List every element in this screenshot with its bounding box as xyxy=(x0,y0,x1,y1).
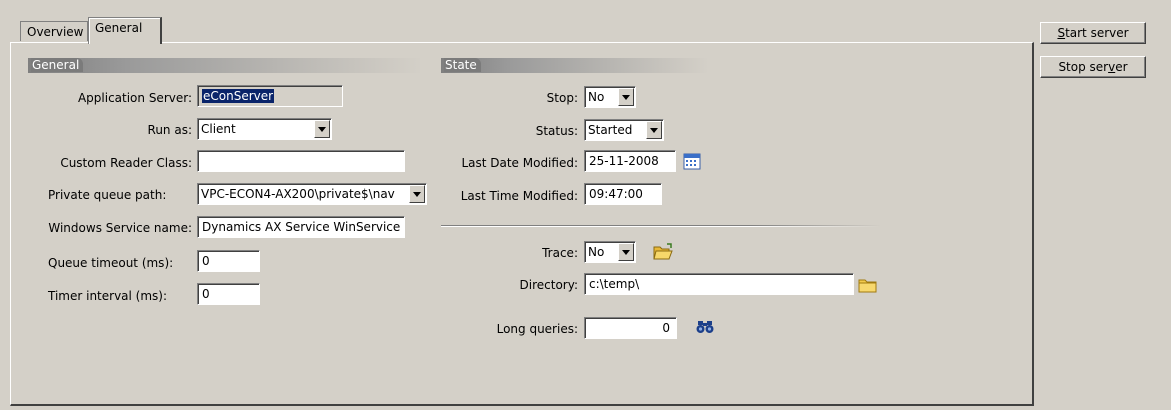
long-queries-label: Long queries: xyxy=(496,322,578,336)
tab-overview[interactable]: Overview xyxy=(20,21,88,41)
last-time-modified-input[interactable]: 09:47:00 xyxy=(584,183,662,205)
run-as-select[interactable]: Client xyxy=(197,118,332,140)
start-server-label: tart server xyxy=(1065,26,1129,40)
last-time-modified-label: Last Time Modified: xyxy=(460,189,578,203)
application-server-field[interactable]: eConServer xyxy=(197,85,343,107)
windows-service-name-label: Windows Service name: xyxy=(48,221,192,235)
state-group-header: State xyxy=(441,58,709,73)
general-group-header: General xyxy=(28,58,423,73)
status-select[interactable]: Started xyxy=(584,119,664,141)
custom-reader-class-input[interactable] xyxy=(197,150,405,172)
general-group-title: General xyxy=(31,58,84,72)
stop-select[interactable]: No xyxy=(584,86,636,108)
tab-general[interactable]: General xyxy=(88,17,162,44)
application-server-label: Application Server: xyxy=(77,91,192,105)
chevron-down-icon[interactable] xyxy=(314,120,330,138)
directory-label: Directory: xyxy=(519,278,578,292)
chevron-down-icon[interactable] xyxy=(618,88,634,106)
state-group-title: State xyxy=(444,58,481,72)
stop-label: Stop: xyxy=(546,91,578,105)
state-divider xyxy=(441,225,881,227)
custom-reader-class-label: Custom Reader Class: xyxy=(60,156,192,170)
status-value: Started xyxy=(588,123,633,137)
windows-service-name-input[interactable]: Dynamics AX Service WinService xyxy=(197,216,405,238)
open-folder-icon[interactable] xyxy=(653,243,673,264)
queue-timeout-input[interactable]: 0 xyxy=(197,250,260,272)
trace-label: Trace: xyxy=(542,246,578,260)
private-queue-path-value: VPC-ECON4-AX200\private$\nav xyxy=(201,187,395,201)
status-label: Status: xyxy=(535,124,578,138)
binoculars-icon[interactable] xyxy=(696,319,714,338)
stop-server-label-start: Stop ser xyxy=(1058,60,1109,74)
timer-interval-label: Timer interval (ms): xyxy=(48,289,168,303)
last-date-modified-input[interactable]: 25-11-2008 xyxy=(584,150,676,172)
directory-input[interactable]: c:\temp\ xyxy=(584,273,854,295)
private-queue-path-select[interactable]: VPC-ECON4-AX200\private$\nav xyxy=(197,183,427,205)
stop-server-button[interactable]: Stop server xyxy=(1040,56,1146,78)
application-server-value: eConServer xyxy=(202,89,275,103)
stop-value: No xyxy=(588,90,605,104)
folder-icon[interactable] xyxy=(858,277,878,296)
chevron-down-icon[interactable] xyxy=(618,243,634,261)
stop-server-label-end: er xyxy=(1115,60,1128,74)
queue-timeout-label: Queue timeout (ms): xyxy=(48,256,174,270)
start-server-button[interactable]: Start server xyxy=(1040,22,1146,44)
calendar-icon[interactable] xyxy=(683,152,701,173)
long-queries-input[interactable]: 0 xyxy=(584,317,677,339)
tab-overview-label: Overview xyxy=(27,25,84,39)
run-as-label: Run as: xyxy=(147,123,192,137)
start-server-accelerator: S xyxy=(1057,26,1066,40)
trace-value: No xyxy=(588,245,605,259)
chevron-down-icon[interactable] xyxy=(409,185,425,203)
run-as-value: Client xyxy=(201,122,236,136)
trace-select[interactable]: No xyxy=(584,241,636,263)
timer-interval-input[interactable]: 0 xyxy=(197,283,260,305)
last-date-modified-label: Last Date Modified: xyxy=(461,156,578,170)
tab-general-label: General xyxy=(95,21,143,35)
private-queue-path-label: Private queue path: xyxy=(48,188,167,202)
chevron-down-icon[interactable] xyxy=(646,121,662,139)
